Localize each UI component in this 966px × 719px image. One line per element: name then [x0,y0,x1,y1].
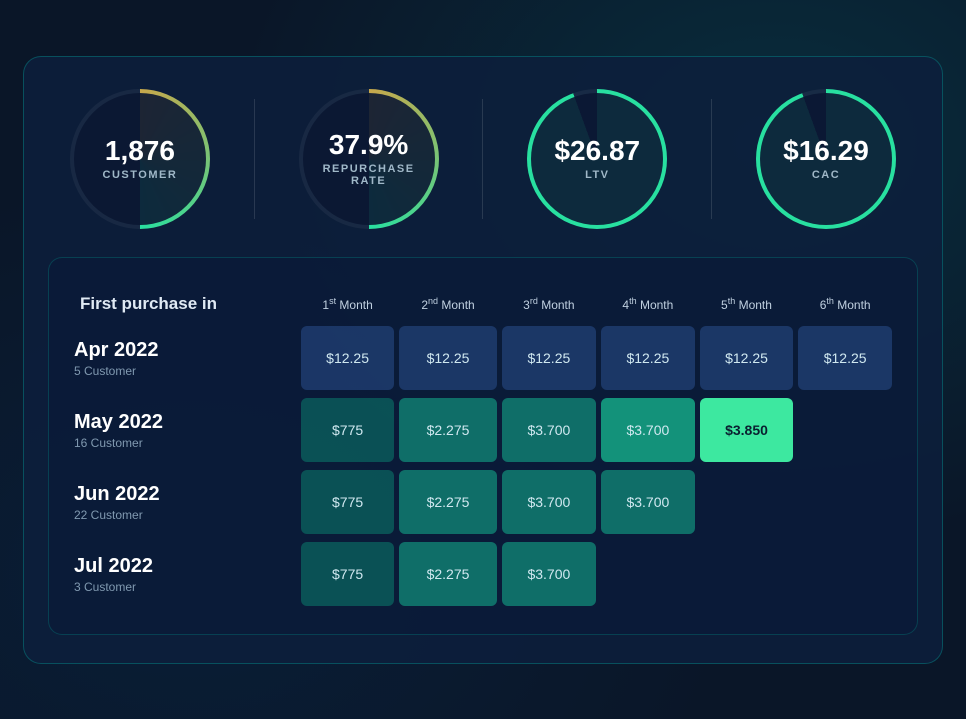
row-customers: 5 Customer [74,364,286,378]
cell-r2-c2: $3.700 [502,470,596,534]
col-header-6: 6th Month [798,290,892,318]
cell-r0-c3: $12.25 [601,326,695,390]
kpi-circle: $26.87 LTV [527,89,667,229]
cell-r3-c3 [601,542,695,606]
table-header-label: First purchase in [74,290,296,318]
cell-r3-c5 [798,542,892,606]
dashboard-card: 1,876 CUSTOMER 37.9%REPURCHASE RATE $26.87 L… [23,56,943,664]
cell-r3-c2: $3.700 [502,542,596,606]
col-header-3: 3rd Month [502,290,596,318]
kpi-circle: 37.9%REPURCHASE RATE [299,89,439,229]
cell-r1-c2: $3.700 [502,398,596,462]
row-month: Jul 2022 [74,554,286,578]
row-label-2: Jun 2022 22 Customer [74,470,296,534]
kpi-value: 1,876 [105,136,175,167]
col-header-5: 5th Month [700,290,794,318]
col-header-1: 1st Month [301,290,395,318]
row-label-0: Apr 2022 5 Customer [74,326,296,390]
kpi-value: $16.29 [783,136,869,167]
cell-r1-c1: $2.275 [399,398,496,462]
kpi-value: 37.9% [329,130,408,161]
col-header-2: 2nd Month [399,290,496,318]
table-row: Jun 202222 Customer$775$2.275$3.700$3.70… [74,470,892,534]
row-customers: 16 Customer [74,436,286,450]
row-month: Apr 2022 [74,338,286,362]
kpi-item-1: 37.9%REPURCHASE RATE [299,89,439,229]
cohort-table: First purchase in1st Month2nd Month3rd M… [69,282,897,614]
cell-r0-c0: $12.25 [301,326,395,390]
kpi-item-0: 1,876 CUSTOMER [70,89,210,229]
kpi-divider [254,99,255,219]
cell-r3-c0: $775 [301,542,395,606]
cell-r2-c3: $3.700 [601,470,695,534]
cell-r2-c4 [700,470,794,534]
cell-r1-c4: $3.850 [700,398,794,462]
cell-r0-c4: $12.25 [700,326,794,390]
cell-r1-c3: $3.700 [601,398,695,462]
table-row: Jul 2022 3 Customer $775$2.275$3.700 [74,542,892,606]
kpi-divider [482,99,483,219]
kpi-label: CUSTOMER [103,169,178,181]
row-month: May 2022 [74,410,286,434]
cell-r3-c1: $2.275 [399,542,496,606]
kpi-circle: $16.29 CAC [756,89,896,229]
row-customers: 22 Customer [74,508,286,522]
kpi-label: LTV [585,169,609,181]
row-customers: 3 Customer [74,580,286,594]
kpi-item-3: $16.29 CAC [756,89,896,229]
table-row: May 202216 Customer$775$2.275$3.700$3.70… [74,398,892,462]
kpi-divider [711,99,712,219]
row-month: Jun 2022 [74,482,286,506]
kpi-item-2: $26.87 LTV [527,89,667,229]
kpi-value: $26.87 [554,136,640,167]
cell-r3-c4 [700,542,794,606]
kpi-label: REPURCHASE RATE [323,163,415,187]
cell-r2-c0: $775 [301,470,395,534]
cohort-table-card: First purchase in1st Month2nd Month3rd M… [48,257,918,635]
cell-r1-c5 [798,398,892,462]
cell-r0-c1: $12.25 [399,326,496,390]
row-label-1: May 2022 16 Customer [74,398,296,462]
kpi-label: CAC [812,169,840,181]
kpi-circle: 1,876 CUSTOMER [70,89,210,229]
cell-r2-c5 [798,470,892,534]
table-row: Apr 20225 Customer$12.25$12.25$12.25$12.… [74,326,892,390]
cell-r0-c2: $12.25 [502,326,596,390]
cell-r2-c1: $2.275 [399,470,496,534]
kpi-row: 1,876 CUSTOMER 37.9%REPURCHASE RATE $26.87 L… [48,89,918,229]
col-header-4: 4th Month [601,290,695,318]
row-label-3: Jul 2022 3 Customer [74,542,296,606]
cell-r1-c0: $775 [301,398,395,462]
cell-r0-c5: $12.25 [798,326,892,390]
